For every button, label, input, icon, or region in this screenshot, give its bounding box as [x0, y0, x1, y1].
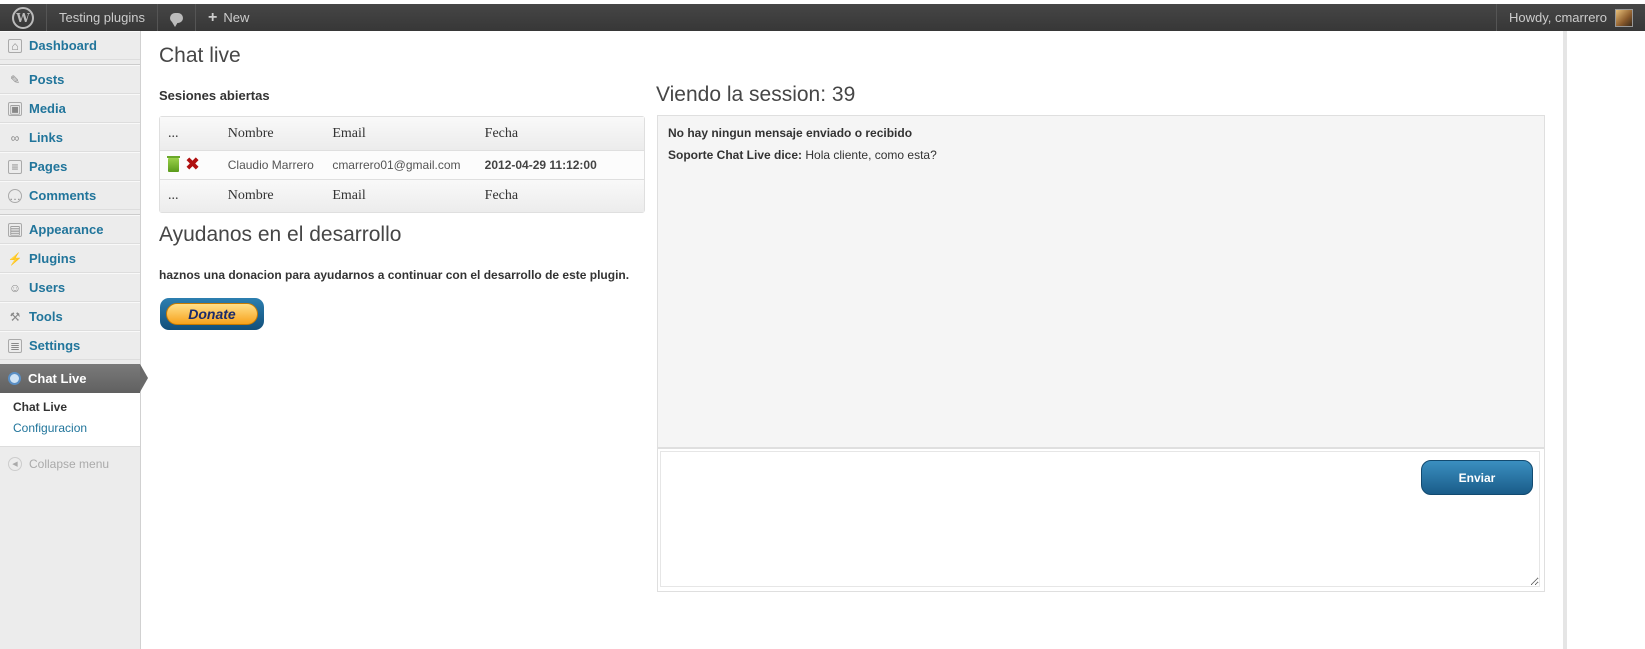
sidebar-item-label: Posts: [29, 72, 65, 87]
sidebar-item-tools[interactable]: ⚒ Tools: [0, 302, 140, 331]
avatar: [1615, 8, 1633, 27]
appearance-icon: ▤: [8, 222, 22, 237]
plus-icon: +: [208, 8, 218, 26]
new-label: New: [223, 10, 250, 25]
chat-live-submenu: Chat Live Configuracion: [0, 393, 140, 447]
sidebar-item-users[interactable]: ☺ Users: [0, 273, 140, 302]
sidebar-item-media[interactable]: ▣ Media: [0, 94, 140, 123]
pages-icon: ≡: [8, 159, 22, 174]
howdy-text: Howdy, cmarrero: [1508, 10, 1607, 25]
reply-textarea[interactable]: [660, 451, 1540, 587]
submenu-configuracion[interactable]: Configuracion: [0, 419, 140, 440]
table-row[interactable]: ✖ Claudio Marrero cmarrero01@gmail.com 2…: [160, 151, 644, 179]
collapse-label: Collapse menu: [29, 457, 110, 471]
sidebar-item-pages[interactable]: ≡ Pages: [0, 152, 140, 181]
column-nombre-header[interactable]: Nombre: [228, 126, 333, 142]
help-heading: Ayudanos en el desarrollo: [159, 223, 402, 246]
sidebar-item-appearance[interactable]: ▤ Appearance: [0, 215, 140, 244]
collapse-menu-button[interactable]: ◀ Collapse menu: [0, 447, 140, 481]
pushpin-icon: ✎: [9, 72, 21, 87]
message-text: Hola cliente, como esta?: [805, 148, 937, 162]
chat-messages-panel: No hay ningun mensaje enviado o recibido…: [657, 115, 1545, 448]
sidebar-item-label: Settings: [29, 338, 81, 353]
sidebar-item-label: Pages: [29, 159, 68, 174]
close-icon[interactable]: ✖: [185, 156, 200, 174]
table-footer: ... Nombre Email Fecha: [160, 179, 644, 212]
my-account-menu[interactable]: Howdy, cmarrero: [1495, 4, 1645, 31]
submenu-chat-live[interactable]: Chat Live: [0, 398, 140, 419]
window-right-edge: [1563, 31, 1567, 649]
message-sender: Soporte Chat Live dice:: [668, 148, 803, 162]
sidebar-item-label: Users: [29, 280, 66, 295]
column-actions-footer: ...: [168, 188, 179, 203]
admin-sidebar: ⌂ Dashboard ✎ Posts ▣ Media ∞ Links ≡ Pages ……: [0, 31, 148, 649]
sidebar-item-dashboard[interactable]: ⌂ Dashboard: [0, 31, 140, 60]
table-header: ... Nombre Email Fecha: [160, 117, 644, 151]
site-name-link[interactable]: Testing plugins: [47, 4, 158, 31]
donate-label: Donate: [166, 303, 258, 325]
sidebar-item-label: Dashboard: [29, 38, 97, 53]
tools-icon: ⚒: [9, 309, 21, 324]
row-actions: ✖: [160, 156, 228, 174]
comment-bubble-icon: [170, 12, 183, 27]
row-name: Claudio Marrero: [227, 158, 314, 172]
sidebar-item-settings[interactable]: ≣ Settings: [0, 331, 140, 360]
sessions-table: ... Nombre Email Fecha ✖ Claudio Marrero…: [159, 116, 645, 213]
chat-message: Soporte Chat Live dice: Hola cliente, co…: [668, 148, 1534, 162]
no-messages-notice: No hay ningun mensaje enviado o recibido: [668, 126, 913, 140]
sidebar-item-label: Tools: [29, 309, 63, 324]
sidebar-item-links[interactable]: ∞ Links: [0, 123, 140, 152]
trash-icon[interactable]: [167, 156, 180, 172]
sidebar-item-plugins[interactable]: ⚡ Plugins: [0, 244, 140, 273]
session-title: Viendo la session: 39: [656, 83, 856, 106]
settings-icon: ≣: [8, 338, 22, 353]
column-fecha-header[interactable]: Fecha: [485, 126, 644, 142]
send-button[interactable]: Enviar: [1421, 460, 1533, 495]
reply-area: [657, 448, 1545, 592]
sidebar-item-comments[interactable]: … Comments: [0, 181, 140, 210]
admin-bar: W Testing plugins + New Howdy, cmarrero: [0, 4, 1645, 31]
column-actions-header: ...: [168, 125, 179, 141]
row-date-day: 2012-04-29: [484, 158, 547, 172]
wordpress-logo-icon: W: [12, 6, 34, 29]
link-icon: ∞: [10, 130, 20, 145]
media-icon: ▣: [8, 101, 22, 116]
comments-icon: …: [8, 188, 22, 203]
donate-button[interactable]: Donate: [160, 298, 264, 330]
plugin-icon: ⚡: [7, 251, 23, 266]
row-email: cmarrero01@gmail.com: [332, 158, 461, 172]
page-title: Chat live: [159, 44, 241, 67]
comments-link[interactable]: [158, 4, 196, 31]
row-date: 2012-04-29 11:12:00: [485, 158, 644, 172]
help-text: haznos una donacion para ayudarnos a con…: [159, 268, 630, 282]
column-email-footer[interactable]: Email: [332, 188, 484, 204]
sidebar-item-label: Links: [29, 130, 63, 145]
column-fecha-footer[interactable]: Fecha: [485, 188, 644, 204]
sessions-heading: Sesiones abiertas: [159, 88, 270, 103]
sidebar-item-label: Plugins: [29, 251, 76, 266]
sidebar-item-label: Media: [29, 101, 66, 116]
column-email-header[interactable]: Email: [332, 126, 484, 142]
new-content-menu[interactable]: + New: [196, 4, 261, 31]
sidebar-item-label: Chat Live: [28, 371, 87, 386]
wp-logo-menu[interactable]: W: [0, 4, 47, 31]
dashboard-icon: ⌂: [8, 38, 22, 53]
gear-icon: [8, 372, 21, 385]
row-date-time: 11:12:00: [549, 158, 597, 172]
sidebar-item-label: Comments: [29, 188, 97, 203]
column-nombre-footer[interactable]: Nombre: [228, 188, 333, 204]
users-icon: ☺: [8, 280, 22, 295]
sidebar-item-label: Appearance: [29, 222, 104, 237]
collapse-arrow-icon: ◀: [8, 457, 22, 471]
sidebar-item-chat-live[interactable]: Chat Live: [0, 364, 148, 393]
sidebar-item-posts[interactable]: ✎ Posts: [0, 65, 140, 94]
